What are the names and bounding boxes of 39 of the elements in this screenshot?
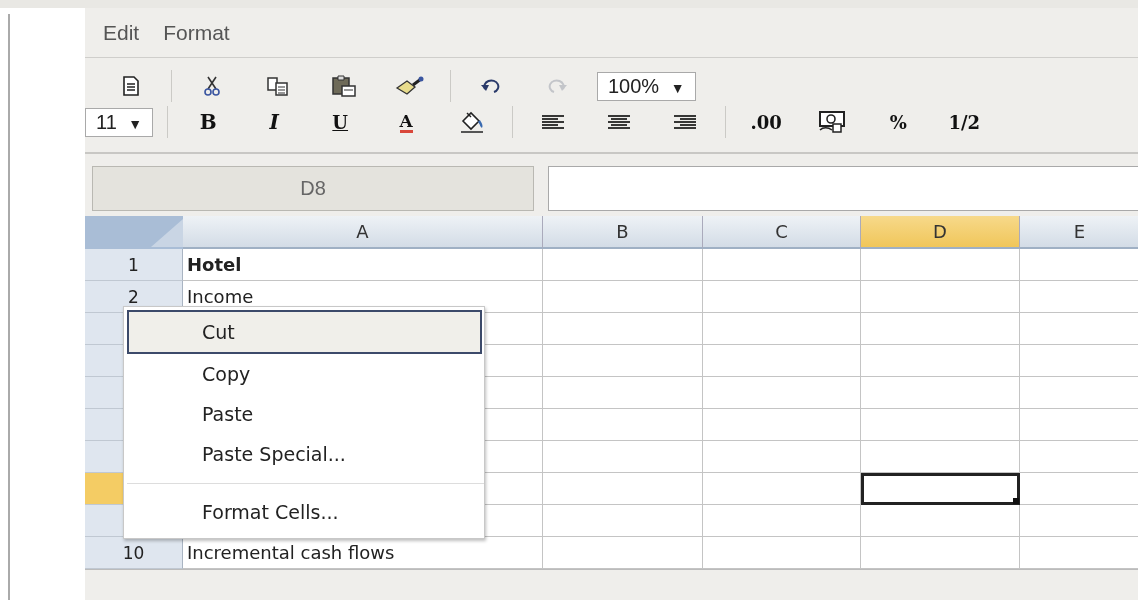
italic-button[interactable]: I (248, 106, 301, 138)
copy-icon (266, 76, 290, 96)
paintbrush-icon (395, 76, 425, 96)
text-button[interactable]: % (872, 106, 925, 138)
formula-field[interactable] (548, 166, 1138, 211)
bold-button[interactable]: B (182, 106, 235, 138)
underline-button[interactable]: U (314, 106, 367, 138)
row-header[interactable]: 1 (85, 249, 183, 281)
banknote-icon (818, 110, 847, 134)
redo-icon (546, 79, 568, 93)
column-header[interactable]: C (703, 216, 861, 249)
color-button[interactable]: A (380, 106, 433, 138)
document-icon (122, 76, 140, 96)
menu-item[interactable]: Format (163, 20, 230, 45)
align-center-icon (606, 112, 633, 132)
menu-item[interactable]: Paste (127, 394, 482, 434)
menu-item[interactable]: Paste Special... (127, 434, 482, 474)
corner-triangle-icon (151, 218, 183, 247)
column-header[interactable]: E (1020, 216, 1138, 249)
fraction-button[interactable]: 1/2 (938, 106, 991, 138)
dropdown[interactable]: 100% ▼ (597, 71, 696, 101)
align-right-icon (672, 112, 699, 132)
menu-item[interactable]: Format Cells... (127, 492, 482, 532)
column-header[interactable]: D (861, 216, 1020, 249)
table-cell: Hotel (183, 249, 543, 281)
menu-item[interactable]: Edit (103, 20, 140, 45)
scissors-icon (203, 75, 221, 97)
column-header[interactable]: A (183, 216, 543, 249)
name-box[interactable]: D8 (92, 166, 534, 211)
menu-item[interactable]: Copy (127, 354, 482, 394)
text-button[interactable]: .00 (740, 106, 793, 138)
column-header[interactable]: B (543, 216, 703, 249)
row-header[interactable]: 10 (85, 537, 183, 569)
menu-item[interactable]: Cut (127, 310, 482, 354)
clipboard-icon (331, 74, 357, 98)
dropdown[interactable]: 11 ▼ (85, 107, 154, 137)
paint-bucket-icon (459, 110, 486, 134)
align-left-icon (540, 112, 567, 132)
undo-icon (480, 79, 502, 93)
